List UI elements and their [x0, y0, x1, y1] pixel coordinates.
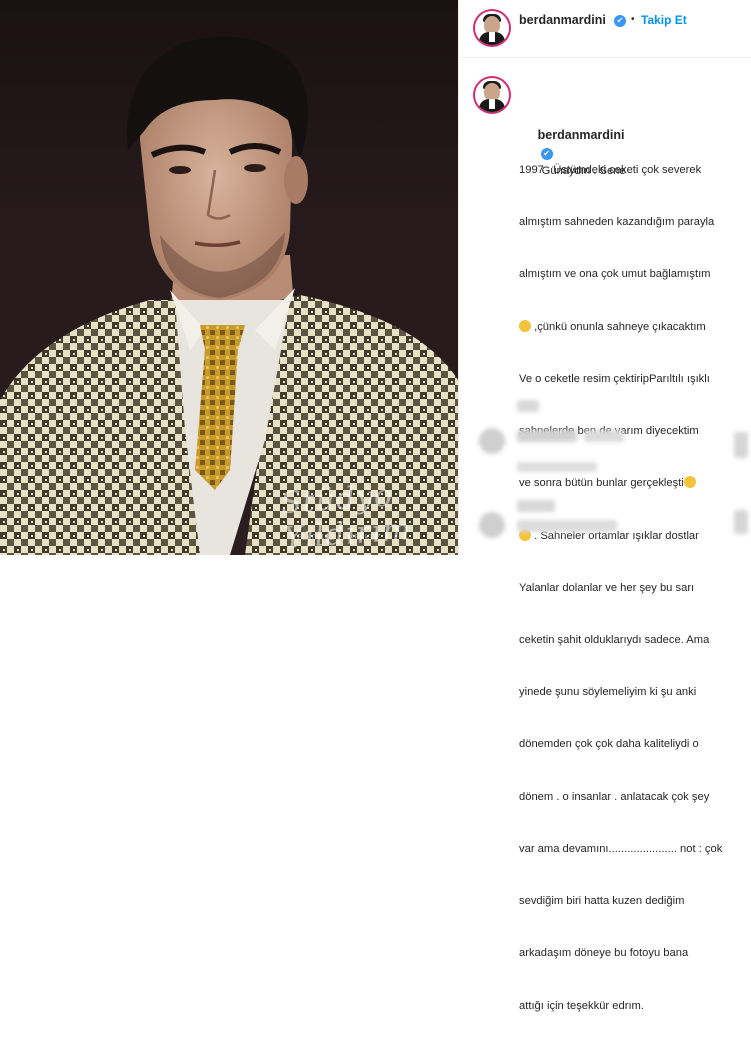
caption-line-7-row: ve sonra bütün bunlar gerçekleşti: [519, 475, 751, 492]
blurred-block: [517, 430, 577, 442]
post-caption: berdanmardini ✔ Günaydın . Sene 1997 . Ü…: [519, 75, 751, 1050]
caption-line-14: var ama devamını...................... n…: [519, 842, 723, 855]
blurred-block: [734, 432, 748, 458]
comment-avatar-blurred: [479, 428, 505, 454]
post-photo[interactable]: Stüdyo Yıldırım TEL: 0 482 ... MERKEZ: [0, 0, 458, 555]
caption-line-16: arkadaşım döneye bu fotoyu bana: [519, 947, 689, 960]
post-side-panel: berdanmardini ✔ • Takip Et berdanmardini…: [458, 0, 751, 1012]
blurred-block: [517, 400, 539, 412]
caption-username[interactable]: berdanmardini: [538, 128, 625, 142]
caption-line-9: Yalanlar dolanlar ve her şey bu sarı: [519, 581, 695, 594]
caption-avatar[interactable]: [475, 78, 509, 112]
follow-button[interactable]: Takip Et: [641, 13, 687, 27]
blurred-block: [734, 510, 748, 534]
laughing-emoji-icon: [683, 476, 696, 489]
caption-line-11: yinede şunu söylemeliyim ki şu anki: [519, 686, 697, 699]
caption-line-10: ceketin şahit olduklarıydı sadece. Ama: [519, 633, 710, 646]
blurred-block: [517, 500, 555, 512]
post-header: berdanmardini ✔ • Takip Et: [459, 0, 751, 58]
verified-badge-icon: ✔: [614, 15, 626, 27]
caption-line-3: almıştım ve ona çok umut bağlamıştım: [519, 268, 711, 281]
sad-emoji-icon: [519, 319, 531, 332]
portrait-illustration: [0, 36, 458, 555]
caption-line-12: dönemden çok çok daha kaliteliydi o: [519, 738, 699, 751]
profile-avatar[interactable]: [475, 11, 509, 45]
header-username[interactable]: berdanmardini: [519, 13, 606, 27]
caption-verified-icon: ✔: [540, 147, 553, 160]
blurred-block: [517, 520, 617, 532]
caption-line-7: ve sonra bütün bunlar gerçekleşti: [519, 477, 684, 490]
photo-watermark: Stüdyo Yıldırım: [279, 478, 413, 555]
caption-line-4-row: ,çünkü onunla sahneye çıkacaktım: [519, 319, 751, 336]
caption-line-15: sevdiğim biri hatta kuzen dediğim: [519, 895, 685, 908]
blurred-block: [517, 462, 597, 472]
comment-avatar-blurred: [479, 512, 505, 538]
blurred-block: [584, 430, 624, 442]
caption-line-17: attığı için teşekkür edrım.: [519, 999, 644, 1012]
caption-line-4: ,çünkü onunla sahneye çıkacaktım: [531, 320, 706, 333]
caption-line-2: almıştım sahneden kazandığım parayla: [519, 216, 715, 229]
caption-line-5: Ve o ceketle resim çektiripParıltılı ışı…: [519, 372, 710, 385]
caption-line-0: Günaydın . Sene: [541, 165, 626, 178]
photo-watermark-subtext: TEL: 0 482 ... MERKEZ: [292, 533, 381, 542]
caption-line-13: dönem . o insanlar . anlatacak çok şey: [519, 790, 710, 803]
separator-dot: •: [631, 14, 635, 25]
